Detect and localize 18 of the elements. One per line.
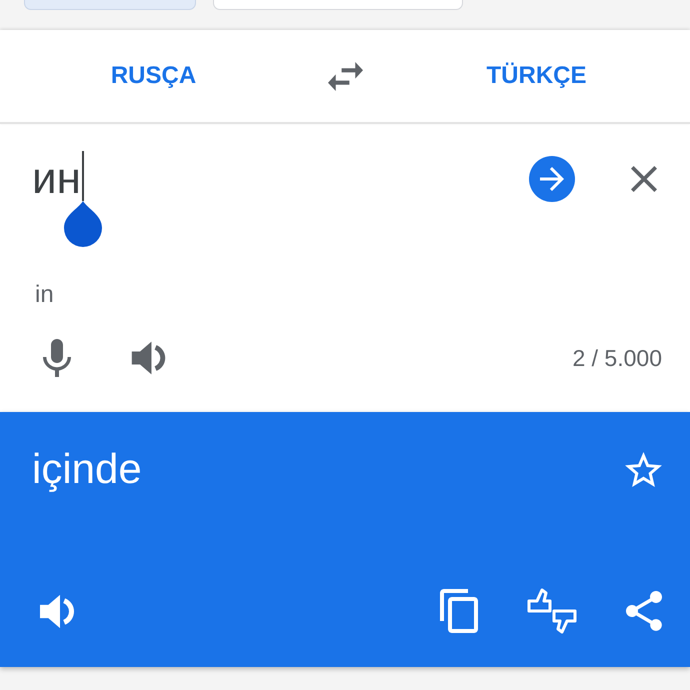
thumbs-up-down-icon[interactable] [527, 587, 577, 635]
copy-icon[interactable] [440, 589, 478, 633]
speaker-icon[interactable] [40, 592, 75, 630]
close-icon[interactable] [631, 166, 657, 192]
translation-text: içinde [32, 444, 143, 494]
translate-button[interactable] [529, 156, 575, 202]
arrow-icon [540, 167, 564, 191]
swap-icon[interactable] [328, 62, 362, 90]
star-icon[interactable] [625, 452, 662, 486]
share-icon[interactable] [626, 591, 662, 631]
microphone-icon[interactable] [43, 339, 71, 377]
source-language-button[interactable]: RUSÇA [106, 56, 200, 96]
target-language-button[interactable]: TÜRKÇE [482, 56, 590, 96]
cursor-handle-icon[interactable] [64, 201, 102, 247]
transliteration-text: in [34, 281, 55, 309]
input-field[interactable]: ин [32, 151, 529, 207]
character-count: 2 / 5.000 [572, 344, 662, 372]
speaker-icon[interactable] [131, 340, 167, 376]
